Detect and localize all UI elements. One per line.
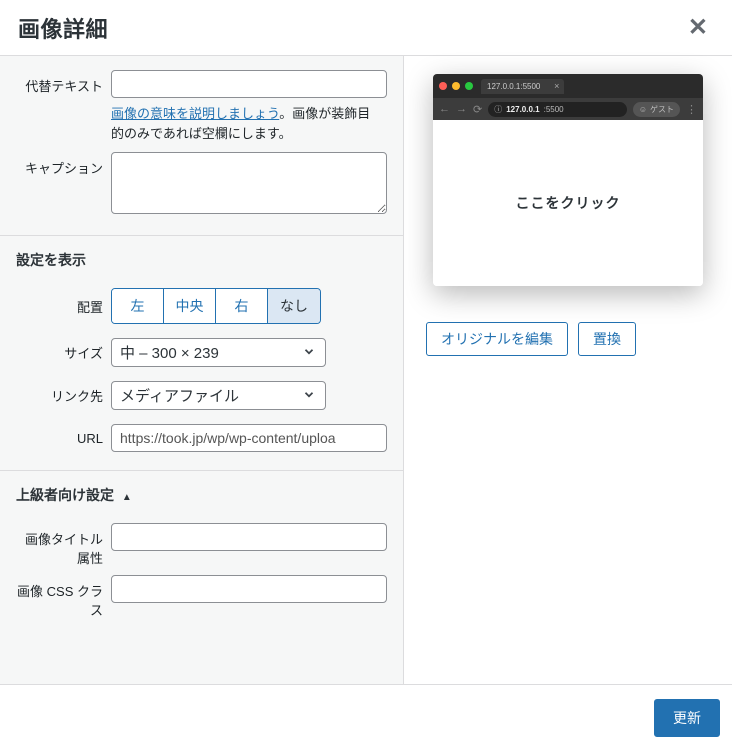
align-left-button[interactable]: 左 <box>112 289 164 323</box>
size-select[interactable] <box>111 338 326 367</box>
css-class-input[interactable] <box>111 575 387 603</box>
size-label: サイズ <box>16 343 111 362</box>
modal-body: 代替テキスト 画像の意味を説明しましょう。画像が装飾目的のみであれば空欄にします… <box>0 56 732 684</box>
guest-badge: ☺ ゲスト <box>633 102 680 117</box>
alt-help-link[interactable]: 画像の意味を説明しましょう <box>111 106 279 121</box>
traffic-lights-icon <box>439 82 473 90</box>
preview-actions: オリジナルを編集 置換 <box>422 322 714 356</box>
preview-panel: 127.0.0.1:5500 × ← → ⟳ ⓘ 127.0.0.1:5500 … <box>404 56 732 684</box>
title-attr-row: 画像タイトル属性 <box>16 523 387 567</box>
advanced-section-label: 上級者向け設定 <box>16 487 114 503</box>
align-right-button[interactable]: 右 <box>216 289 268 323</box>
url-label: URL <box>16 431 111 446</box>
advanced-toggle[interactable]: 上級者向け設定 ▲ <box>16 471 387 523</box>
preview-browser-addressbar: ← → ⟳ ⓘ 127.0.0.1 :5500 ☺ ゲスト ⋮ <box>433 98 703 120</box>
display-section: 設定を表示 配置 左 中央 右 なし サイズ <box>0 235 403 452</box>
caption-input[interactable] <box>111 152 387 214</box>
addr-host: 127.0.0.1 <box>506 105 539 114</box>
caption-label: キャプション <box>16 152 111 177</box>
title-attr-label: 画像タイトル属性 <box>16 523 111 567</box>
settings-panel: 代替テキスト 画像の意味を説明しましょう。画像が装飾目的のみであれば空欄にします… <box>0 56 404 684</box>
back-icon: ← <box>439 103 450 115</box>
reload-icon: ⟳ <box>473 103 482 116</box>
link-row: リンク先 <box>16 381 387 410</box>
modal-header: 画像詳細 ✕ <box>0 0 732 56</box>
advanced-section: 上級者向け設定 ▲ 画像タイトル属性 画像 CSS クラス <box>0 470 403 619</box>
preview-browser-tabbar: 127.0.0.1:5500 × <box>433 74 703 98</box>
link-select[interactable] <box>111 381 326 410</box>
preview-browser-tab: 127.0.0.1:5500 × <box>481 79 564 94</box>
align-center-button[interactable]: 中央 <box>164 289 216 323</box>
replace-button[interactable]: 置換 <box>578 322 636 356</box>
address-pill: ⓘ 127.0.0.1 :5500 <box>488 102 627 117</box>
close-icon[interactable]: ✕ <box>682 9 714 46</box>
info-icon: ⓘ <box>494 104 502 115</box>
guest-label: ゲスト <box>650 104 674 115</box>
url-input[interactable] <box>111 424 387 452</box>
triangle-up-icon: ▲ <box>122 492 132 503</box>
align-row: 配置 左 中央 右 なし <box>16 288 387 324</box>
align-button-group: 左 中央 右 なし <box>111 288 321 324</box>
update-button[interactable]: 更新 <box>654 699 720 737</box>
url-row: URL <box>16 424 387 452</box>
user-icon: ☺ <box>639 105 647 114</box>
alt-text-label: 代替テキスト <box>16 70 111 95</box>
menu-icon: ⋮ <box>686 103 697 116</box>
link-label: リンク先 <box>16 386 111 405</box>
title-attr-input[interactable] <box>111 523 387 551</box>
preview-content-text: ここをクリック <box>516 193 621 213</box>
align-label: 配置 <box>16 297 111 316</box>
display-section-header: 設定を表示 <box>16 236 387 288</box>
edit-original-button[interactable]: オリジナルを編集 <box>426 322 568 356</box>
caption-row: キャプション <box>16 152 387 217</box>
align-none-button[interactable]: なし <box>268 289 320 323</box>
addr-port: :5500 <box>544 105 564 114</box>
image-preview: 127.0.0.1:5500 × ← → ⟳ ⓘ 127.0.0.1:5500 … <box>433 74 703 286</box>
alt-help-text: 画像の意味を説明しましょう。画像が装飾目的のみであれば空欄にします。 <box>111 104 387 144</box>
size-row: サイズ <box>16 338 387 367</box>
tab-close-icon: × <box>554 81 559 91</box>
css-class-label: 画像 CSS クラス <box>16 575 111 619</box>
modal-title: 画像詳細 <box>18 12 108 44</box>
css-class-row: 画像 CSS クラス <box>16 575 387 619</box>
modal-footer: 更新 <box>0 684 732 750</box>
preview-browser-content: ここをクリック <box>433 120 703 286</box>
alt-text-row: 代替テキスト 画像の意味を説明しましょう。画像が装飾目的のみであれば空欄にします… <box>16 70 387 144</box>
tab-address: 127.0.0.1:5500 <box>487 82 540 91</box>
forward-icon: → <box>456 103 467 115</box>
alt-text-input[interactable] <box>111 70 387 98</box>
